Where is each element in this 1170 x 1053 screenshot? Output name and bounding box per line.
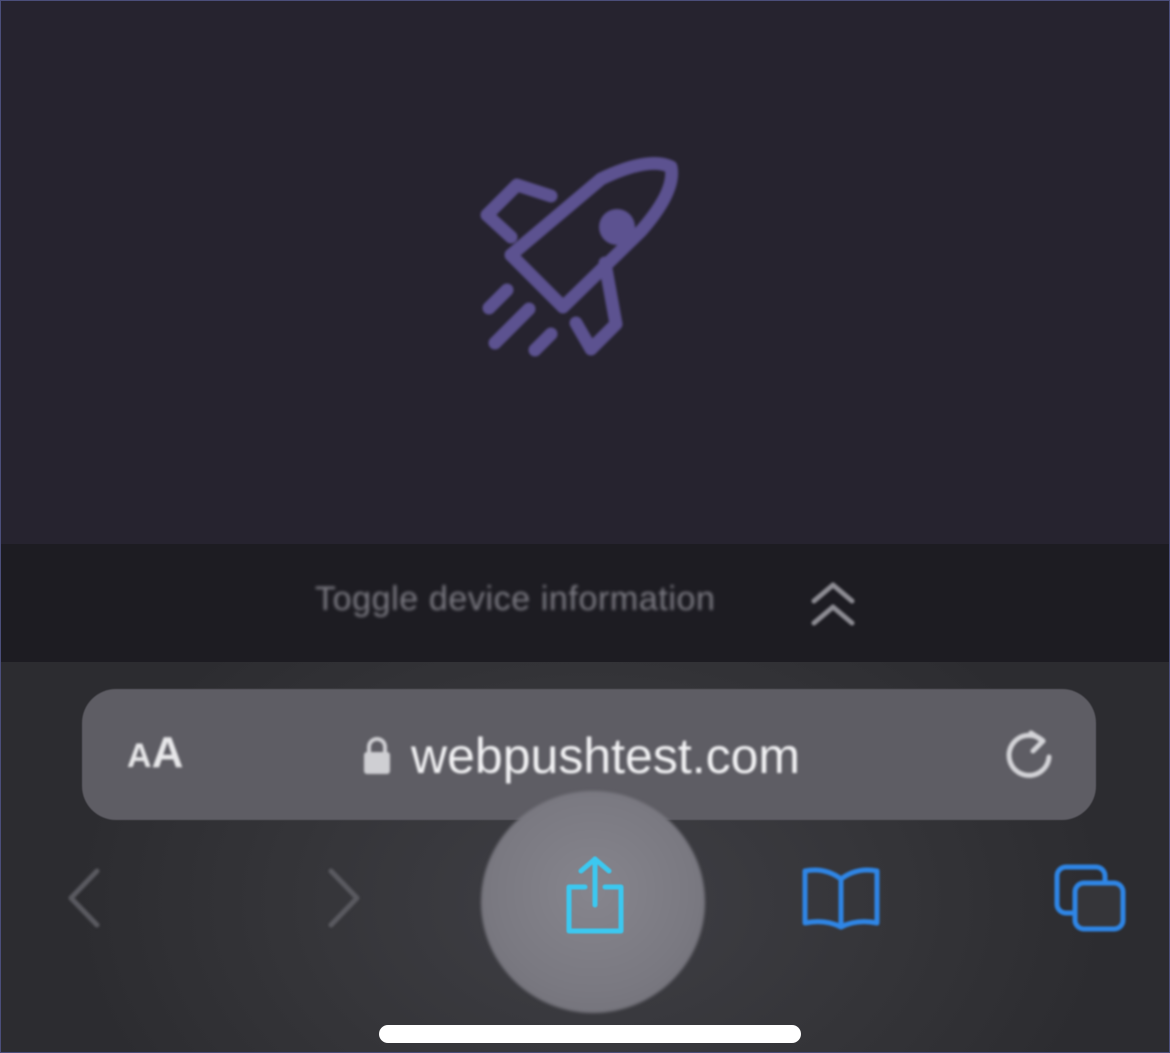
url-field[interactable]: webpushtest.com [411, 727, 800, 785]
lock-icon [364, 737, 390, 774]
home-indicator[interactable] [379, 1025, 801, 1043]
text-size-small-letter: A [127, 737, 152, 775]
book-icon[interactable] [799, 863, 883, 933]
device-info-toggle-label[interactable]: Toggle device information [315, 580, 716, 619]
tabs-icon[interactable] [1051, 859, 1131, 937]
double-chevron-up-icon[interactable] [806, 575, 860, 633]
rocket-icon [480, 156, 679, 357]
web-page-content [1, 1, 1169, 544]
reload-icon[interactable] [999, 725, 1059, 785]
text-size-big-letter: A [151, 728, 184, 777]
chevron-right-icon[interactable] [319, 863, 369, 933]
chevron-left-icon[interactable] [61, 863, 111, 933]
safari-screen: Toggle device information AA webpushtest… [0, 0, 1170, 1053]
text-size-button[interactable]: AA [127, 728, 183, 778]
share-icon[interactable] [559, 853, 631, 937]
